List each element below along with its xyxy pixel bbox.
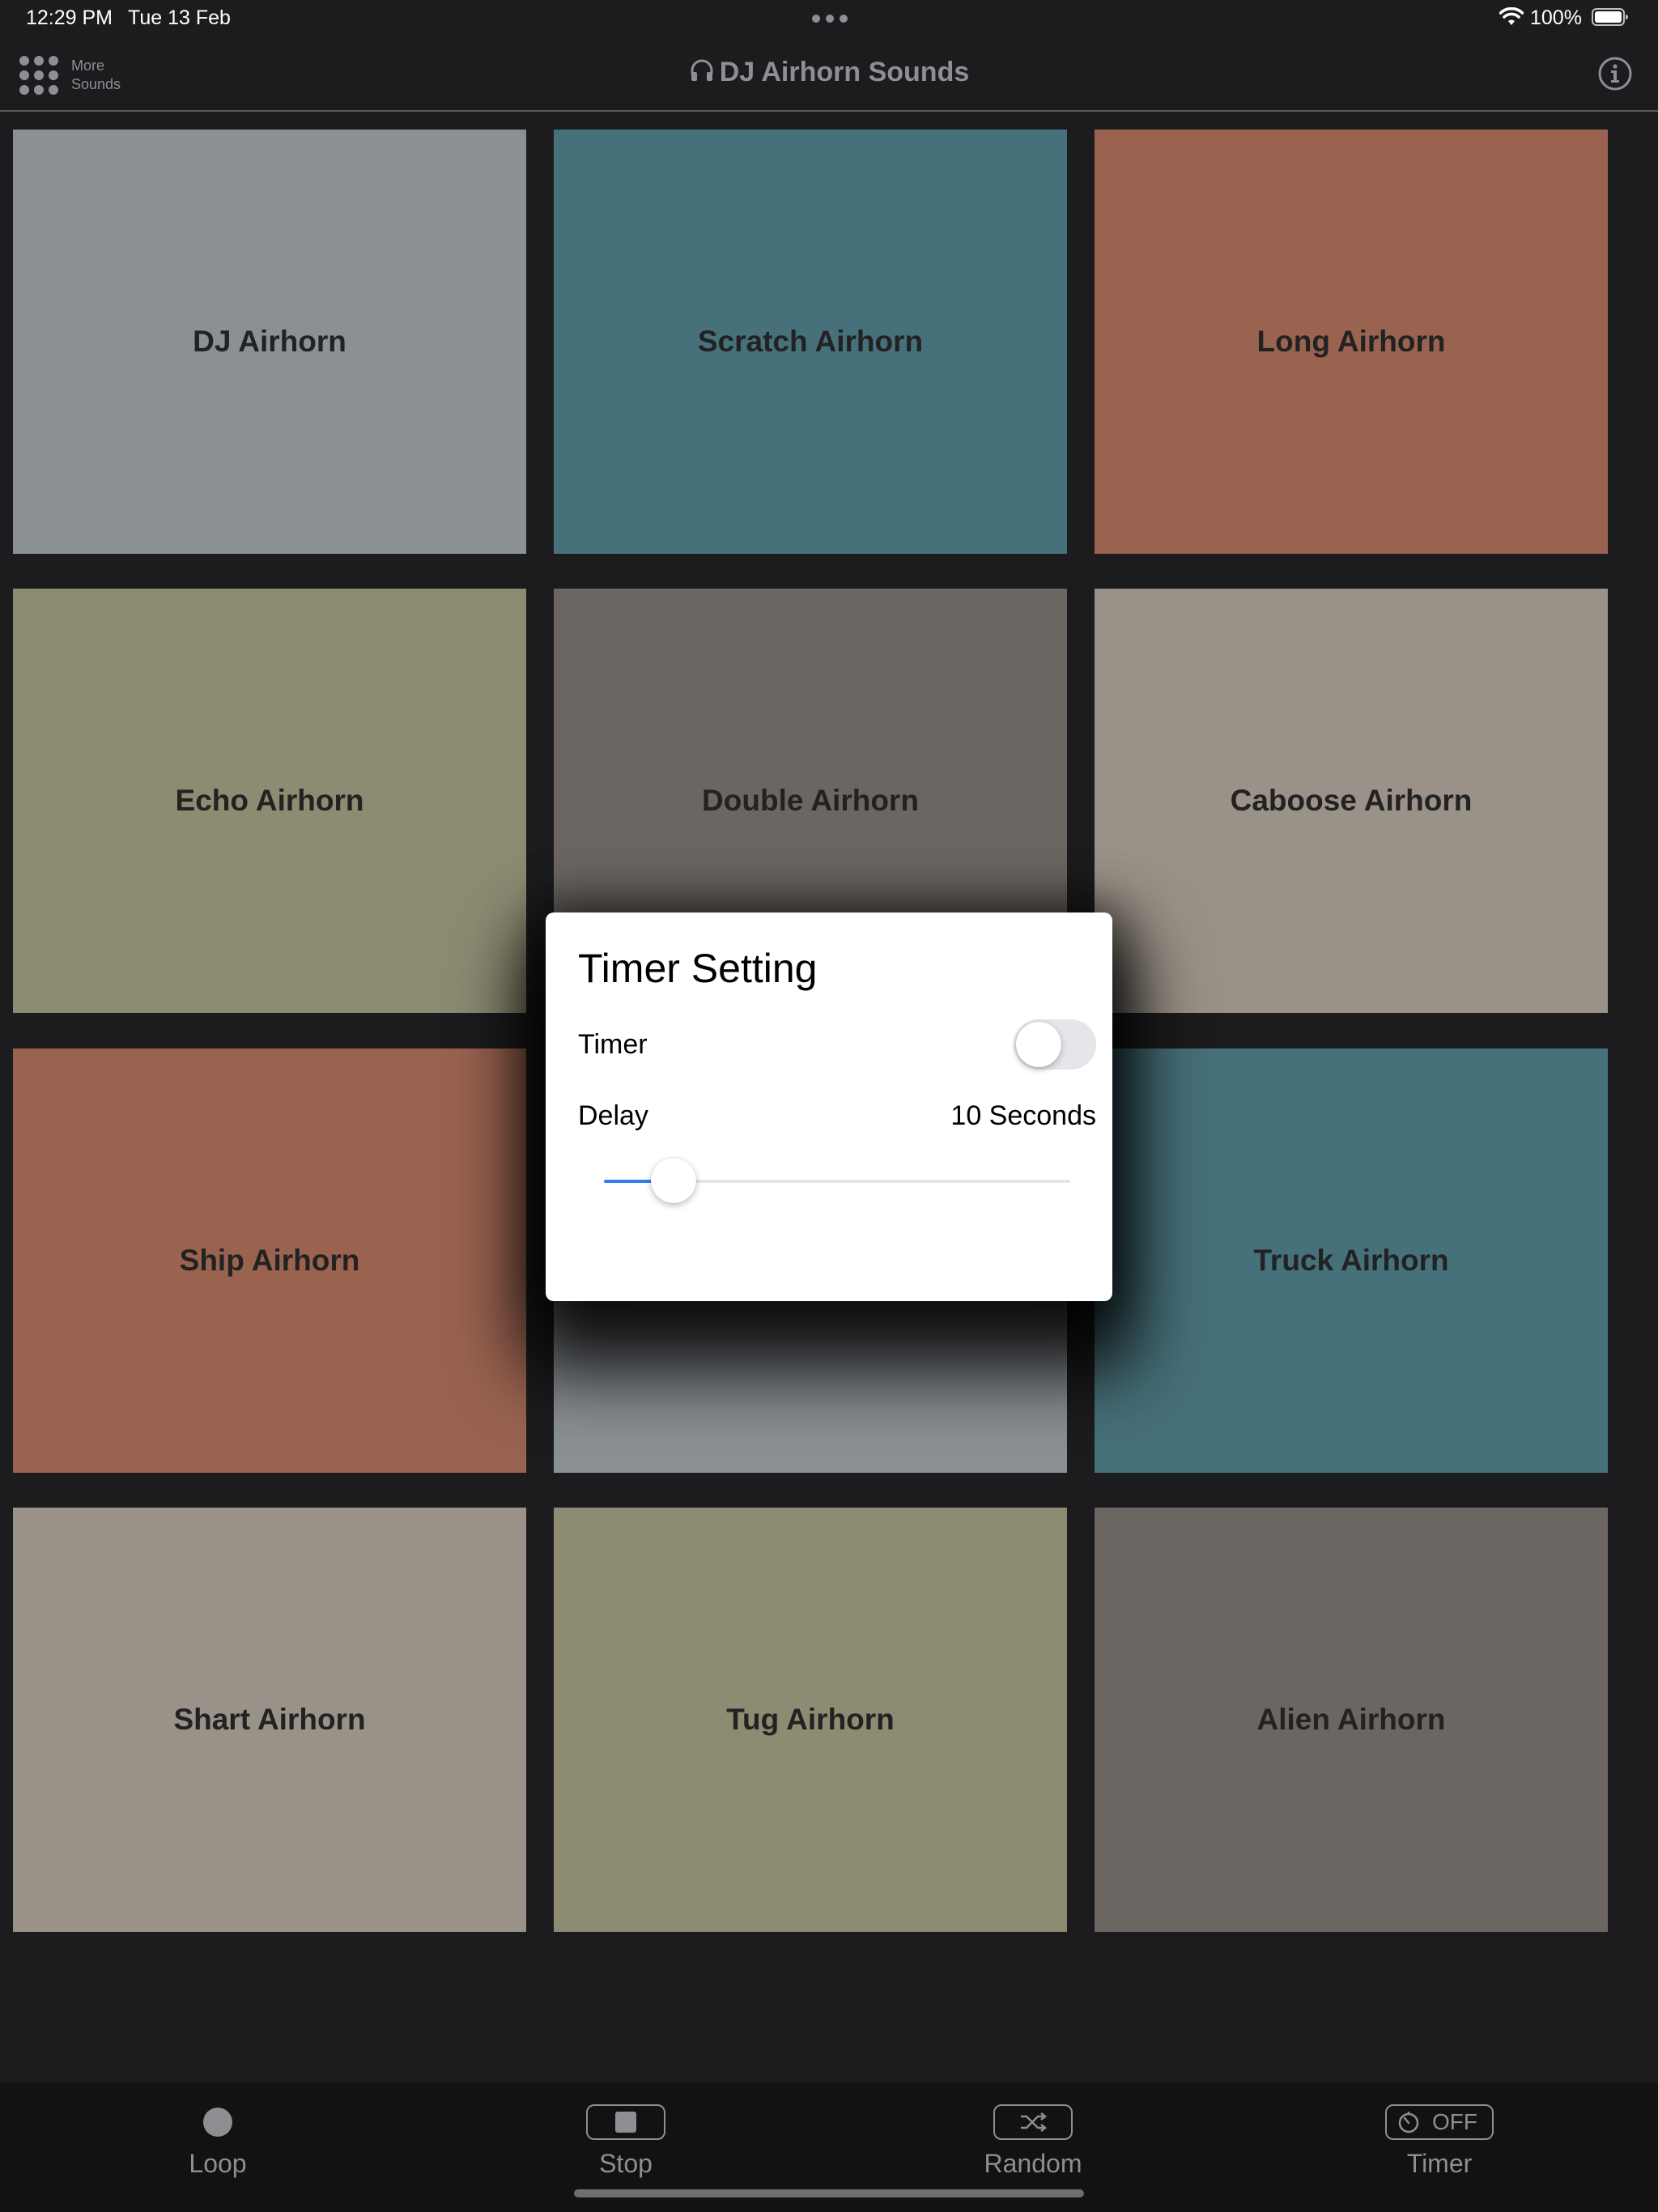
loop-label: Loop — [189, 2149, 247, 2178]
tile-label: Long Airhorn — [1256, 325, 1446, 358]
stop-button[interactable]: Stop — [529, 2082, 723, 2188]
battery-icon — [1592, 8, 1628, 26]
timer-state: OFF — [1432, 2109, 1477, 2134]
sound-tile-shart-airhorn[interactable]: Shart Airhorn — [13, 1508, 526, 1932]
tile-label: Double Airhorn — [702, 784, 919, 817]
timer-button[interactable]: OFF Timer — [1342, 2082, 1537, 2188]
loop-icon — [203, 2108, 232, 2137]
sound-tile-dj-airhorn[interactable]: DJ Airhorn — [13, 130, 526, 554]
stop-icon — [586, 2104, 665, 2140]
delay-slider[interactable] — [604, 1158, 1070, 1203]
stopwatch-icon — [1398, 2112, 1419, 2133]
timer-label: Timer — [1406, 2149, 1473, 2178]
tile-label: Shart Airhorn — [173, 1703, 366, 1736]
headphones-icon — [691, 59, 713, 81]
app-screen: 12:29 PM Tue 13 Feb 100% More Sounds DJ … — [0, 0, 1658, 2212]
sound-tile-alien-airhorn[interactable]: Alien Airhorn — [1095, 1508, 1608, 1932]
tile-label: Truck Airhorn — [1253, 1244, 1449, 1277]
info-icon[interactable] — [1598, 57, 1632, 91]
delay-value: 10 Seconds — [950, 1100, 1096, 1131]
tile-label: Scratch Airhorn — [697, 325, 924, 358]
status-date: Tue 13 Feb — [128, 6, 231, 29]
stop-label: Stop — [599, 2149, 653, 2178]
sound-tile-long-airhorn[interactable]: Long Airhorn — [1095, 130, 1608, 554]
sound-tile-tug-airhorn[interactable]: Tug Airhorn — [554, 1508, 1067, 1932]
sound-tile-caboose-airhorn[interactable]: Caboose Airhorn — [1095, 589, 1608, 1013]
sound-tile-echo-airhorn[interactable]: Echo Airhorn — [13, 589, 526, 1013]
battery-percentage: 100% — [1530, 6, 1582, 29]
tile-label: Echo Airhorn — [175, 784, 364, 817]
home-indicator[interactable] — [574, 2189, 1084, 2197]
dialog-title: Timer Setting — [578, 946, 818, 991]
tile-label: Alien Airhorn — [1256, 1703, 1446, 1736]
status-time: 12:29 PM — [26, 6, 113, 29]
shuffle-icon — [993, 2104, 1073, 2140]
nav-bar: More Sounds DJ Airhorn Sounds — [0, 39, 1658, 112]
timer-toggle[interactable] — [1014, 1019, 1096, 1070]
status-bar: 12:29 PM Tue 13 Feb 100% — [0, 0, 1658, 39]
timer-label: Timer — [578, 1029, 648, 1060]
multitasking-dots-icon[interactable] — [812, 15, 848, 23]
toggle-knob[interactable] — [1016, 1022, 1061, 1067]
tile-label: Tug Airhorn — [726, 1703, 895, 1736]
sound-tile-scratch-airhorn[interactable]: Scratch Airhorn — [554, 130, 1067, 554]
timer-setting-dialog: Timer Setting Timer Delay 10 Seconds — [546, 912, 1112, 1301]
page-title-text: DJ Airhorn Sounds — [719, 57, 970, 87]
wifi-icon — [1499, 7, 1524, 25]
random-label: Random — [984, 2149, 1082, 2178]
page-title: DJ Airhorn Sounds — [0, 57, 1658, 88]
timer-status-box: OFF — [1385, 2104, 1494, 2140]
tile-label: Caboose Airhorn — [1230, 784, 1473, 817]
tile-label: DJ Airhorn — [193, 325, 346, 358]
sound-tile-ship-airhorn[interactable]: Ship Airhorn — [13, 1049, 526, 1473]
sound-tile-truck-airhorn[interactable]: Truck Airhorn — [1095, 1049, 1608, 1473]
tile-label: Ship Airhorn — [179, 1244, 360, 1277]
slider-thumb[interactable] — [651, 1158, 697, 1203]
random-button[interactable]: Random — [936, 2082, 1130, 2188]
loop-button[interactable]: Loop — [121, 2082, 315, 2188]
delay-label: Delay — [578, 1100, 648, 1131]
